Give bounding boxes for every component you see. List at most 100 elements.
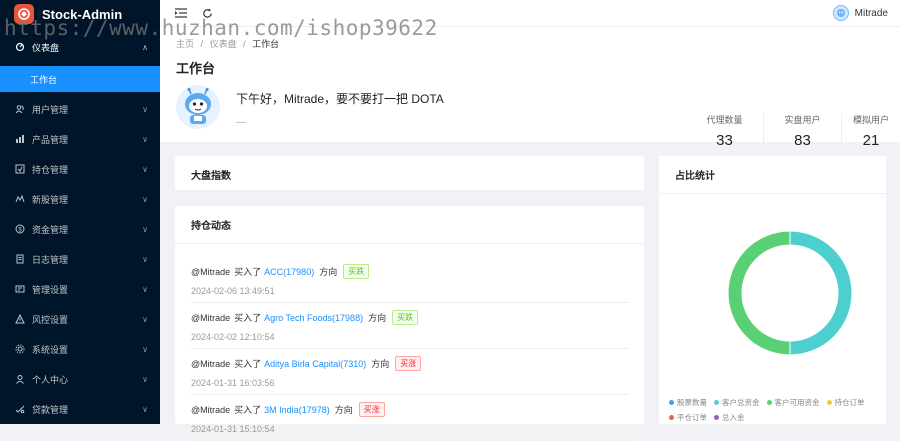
user-icon bbox=[14, 373, 26, 385]
donut-slice-2[interactable] bbox=[727, 230, 791, 356]
feed-action: 买入了 bbox=[234, 359, 262, 369]
feed-user[interactable]: @Mitrade bbox=[191, 359, 230, 369]
stock-link[interactable]: Agro Tech Foods(17988) bbox=[264, 313, 363, 323]
chart-icon bbox=[14, 133, 26, 145]
user-menu[interactable]: Mitrade bbox=[832, 5, 888, 21]
legend-dot bbox=[826, 400, 832, 405]
feed-action: 买入了 bbox=[234, 405, 262, 415]
feed-direction: 方向 bbox=[334, 405, 353, 415]
direction-tag: 买跌 bbox=[343, 264, 370, 279]
stat-label: 代理数量 bbox=[706, 115, 743, 125]
card-title: 大盘指数 bbox=[191, 171, 231, 182]
feed-line: @Mitrade 买入了 Aditya Birla Capital(7310) 方向买… bbox=[191, 356, 629, 371]
feed-direction: 方向 bbox=[319, 267, 338, 277]
feed-action: 买入了 bbox=[234, 267, 262, 277]
dashboard-icon bbox=[14, 41, 26, 53]
chevron-up-icon: ∧ bbox=[142, 42, 148, 52]
sidebar-item-label: 系统设置 bbox=[32, 344, 69, 355]
feed-user[interactable]: @Mitrade bbox=[191, 313, 230, 323]
sidebar-item-6[interactable]: 管理设置 ∨ bbox=[0, 274, 160, 304]
sidebar-item-label: 资金管理 bbox=[32, 224, 69, 235]
sidebar-item-label: 新股管理 bbox=[32, 194, 69, 205]
menu-fold-icon[interactable] bbox=[174, 6, 188, 20]
legend-label: 总入金 bbox=[722, 413, 745, 422]
log-icon bbox=[14, 253, 26, 265]
stat-value: 21 bbox=[862, 132, 880, 149]
legend-dot bbox=[714, 415, 719, 420]
breadcrumb-separator: / bbox=[200, 39, 204, 49]
chevron-down-icon: ∨ bbox=[142, 134, 148, 144]
stock-link[interactable]: ACC(17980) bbox=[264, 267, 314, 277]
feed-time: 2024-01-31 15:10:54 bbox=[191, 424, 275, 434]
stat-real-users: 实盘用户 83 bbox=[764, 113, 842, 149]
legend-label: 平仓订单 bbox=[677, 413, 707, 422]
legend-dot bbox=[766, 400, 772, 405]
greeting-subtext: — bbox=[236, 117, 246, 128]
legend-item[interactable]: 客户总资金 bbox=[714, 397, 760, 408]
ratio-stats-card: 占比统计 股票数量 客户总资金 客户可用资金 持仓订单 平仓订单 总入金 bbox=[659, 156, 886, 424]
legend-label: 客户总资金 bbox=[722, 398, 760, 407]
stat-label: 实盘用户 bbox=[784, 115, 821, 125]
breadcrumb-separator: / bbox=[243, 39, 246, 49]
sidebar-item-workbench[interactable]: 工作台 bbox=[0, 66, 160, 92]
sidebar-item-3[interactable]: 新股管理 ∨ bbox=[0, 184, 160, 214]
stock-link[interactable]: 3M India(17978) bbox=[264, 405, 330, 415]
legend-item[interactable]: 持仓订单 bbox=[826, 397, 865, 408]
feed-user[interactable]: @Mitrade bbox=[191, 267, 230, 277]
sidebar-item-label: 日志管理 bbox=[32, 254, 69, 265]
legend-item[interactable]: 客户可用资金 bbox=[766, 397, 820, 408]
direction-tag: 买跌 bbox=[392, 310, 419, 325]
greeting-text: 下午好，Mitrade，要不要打一把 DOTA bbox=[236, 92, 444, 106]
legend-item[interactable]: 平仓订单 bbox=[669, 412, 707, 423]
feed-line: @Mitrade 买入了 Agro Tech Foods(17988) 方向 买跌 bbox=[191, 310, 629, 325]
feed-user[interactable]: @Mitrade bbox=[191, 405, 230, 415]
sidebar-item-5[interactable]: 日志管理 ∨ bbox=[0, 244, 160, 274]
legend-item[interactable]: 股票数量 bbox=[669, 397, 707, 408]
legend-item[interactable]: 总入金 bbox=[714, 412, 745, 423]
sidebar-item-0[interactable]: 用户管理 ∨ bbox=[0, 94, 160, 124]
position-icon bbox=[14, 163, 26, 175]
app-title: Stock-Admin bbox=[42, 6, 123, 22]
logo-icon bbox=[14, 4, 34, 24]
username: Mitrade bbox=[854, 7, 888, 19]
breadcrumb-home[interactable]: 主页 bbox=[176, 39, 194, 49]
chevron-down-icon: ∨ bbox=[142, 164, 148, 174]
sidebar-item-2[interactable]: 持仓管理 ∨ bbox=[0, 154, 160, 184]
card-title: 持仓动态 bbox=[175, 206, 644, 244]
legend-dot bbox=[669, 400, 674, 405]
feed-time: 2024-01-31 16:03:56 bbox=[191, 378, 275, 388]
legend-label: 持仓订单 bbox=[834, 398, 865, 407]
donut-slice-1[interactable] bbox=[789, 230, 853, 356]
sidebar-item-4[interactable]: $ 资金管理 ∨ bbox=[0, 214, 160, 244]
stock-link[interactable]: Aditya Birla Capital(7310) bbox=[264, 359, 366, 369]
welcome-section: 下午好，Mitrade，要不要打一把 DOTA — bbox=[176, 85, 444, 129]
chevron-down-icon: ∨ bbox=[142, 374, 148, 384]
feed-action: 买入了 bbox=[234, 313, 262, 323]
sidebar-item-10[interactable]: 贷款管理 ∨ bbox=[0, 394, 160, 424]
sidebar-item-label: 仪表盘 bbox=[32, 42, 60, 53]
refresh-icon[interactable] bbox=[200, 6, 214, 20]
breadcrumb-parent[interactable]: 仪表盘 bbox=[210, 39, 237, 49]
sidebar-item-8[interactable]: 系统设置 ∨ bbox=[0, 334, 160, 364]
app-logo[interactable]: Stock-Admin bbox=[0, 0, 160, 28]
chevron-down-icon: ∨ bbox=[142, 194, 148, 204]
feed-time: 2024-02-06 13:49:51 bbox=[191, 286, 275, 296]
stat-demo-users: 模拟用户 21 bbox=[842, 113, 900, 149]
avatar bbox=[832, 5, 849, 21]
list-item: @Mitrade 买入了 Aditya Birla Capital(7310) 方向买… bbox=[191, 356, 629, 395]
donut-chart bbox=[727, 230, 853, 356]
stat-label: 模拟用户 bbox=[852, 115, 889, 125]
sidebar-item-9[interactable]: 个人中心 ∨ bbox=[0, 364, 160, 394]
money-icon: $ bbox=[14, 223, 26, 235]
chevron-down-icon: ∨ bbox=[142, 224, 148, 234]
breadcrumb-current: 工作台 bbox=[252, 39, 280, 49]
sidebar-item-label: 产品管理 bbox=[32, 134, 69, 145]
chevron-down-icon: ∨ bbox=[142, 344, 148, 354]
admin-settings-icon bbox=[14, 283, 26, 295]
sidebar-item-1[interactable]: 产品管理 ∨ bbox=[0, 124, 160, 154]
sidebar-item-dashboard[interactable]: 仪表盘 ∧ bbox=[0, 28, 160, 66]
legend-label: 客户可用资金 bbox=[774, 398, 820, 407]
stat-value: 83 bbox=[794, 132, 811, 149]
sidebar-item-label: 用户管理 bbox=[32, 104, 69, 115]
sidebar-item-7[interactable]: 风控设置 ∨ bbox=[0, 304, 160, 334]
